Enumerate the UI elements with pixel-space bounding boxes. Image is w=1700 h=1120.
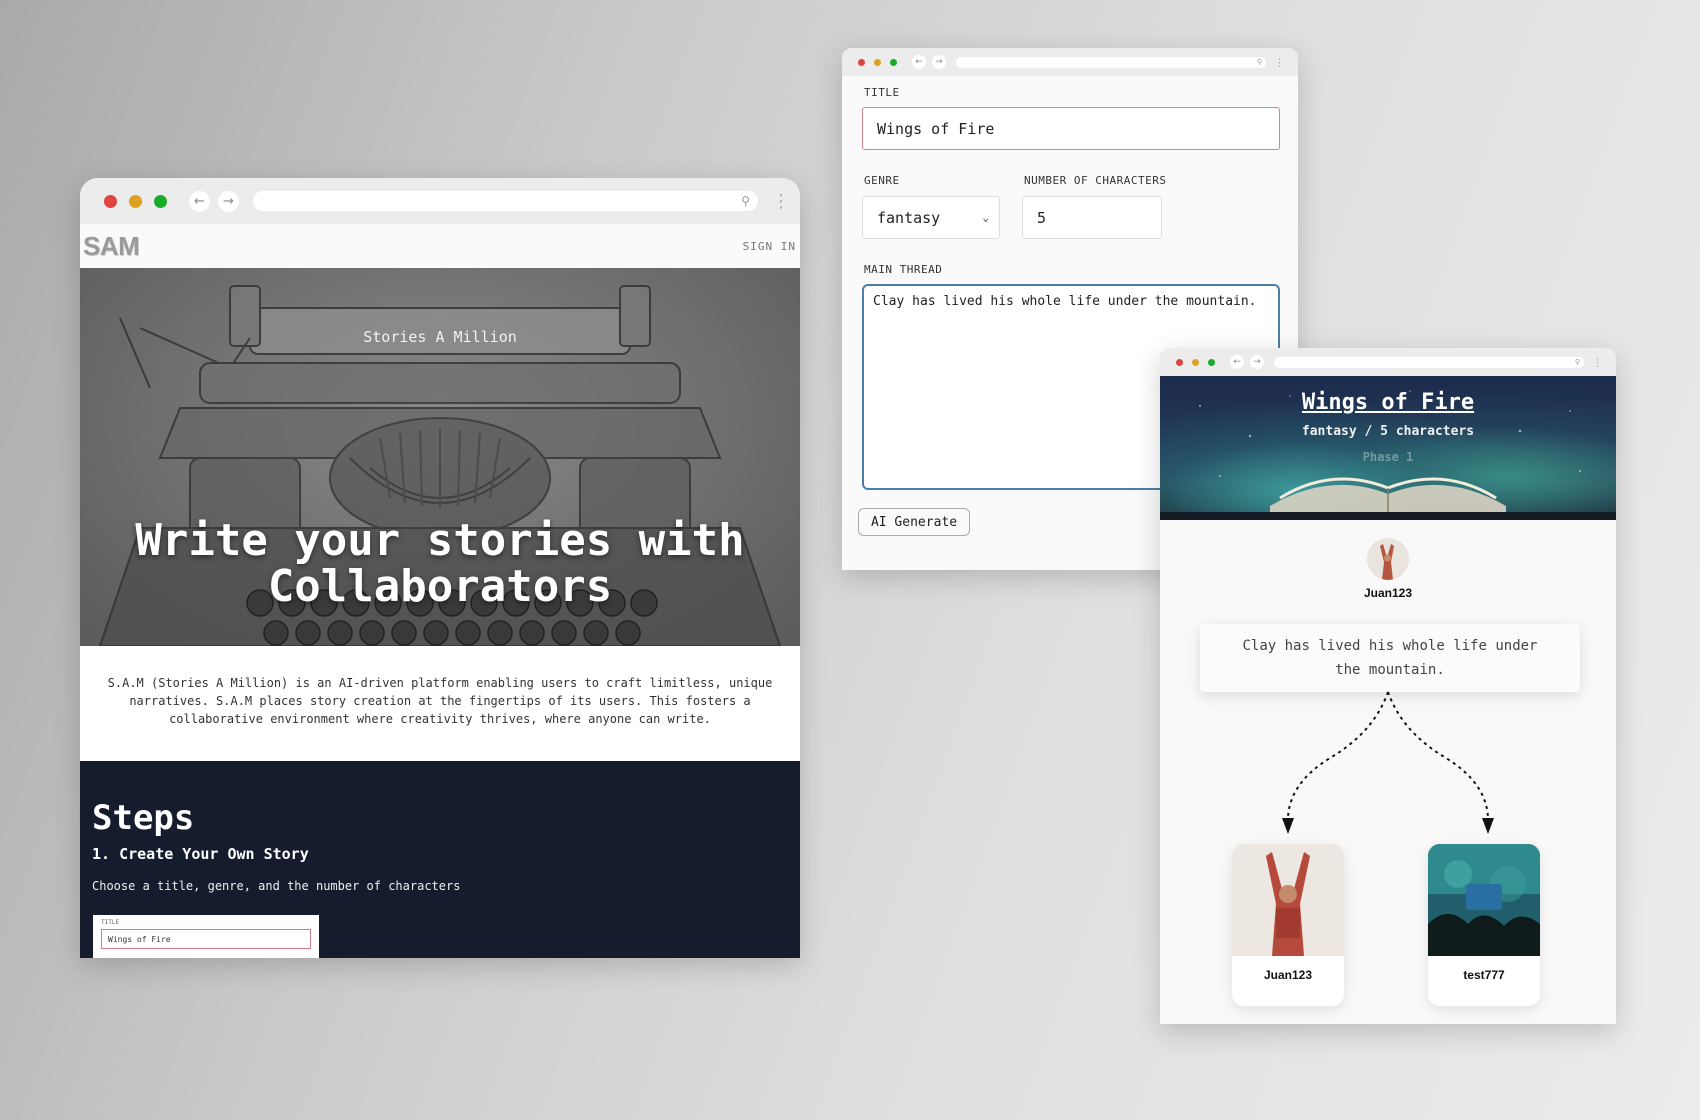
close-window-button[interactable] xyxy=(104,194,117,208)
child-avatar-image xyxy=(1232,844,1344,956)
arrow-down-icon xyxy=(1482,818,1494,834)
search-icon: ⚲ xyxy=(1574,358,1580,366)
step-1-description: Choose a title, genre, and the number of… xyxy=(92,879,461,893)
kebab-menu-icon[interactable]: ⋮ xyxy=(1274,56,1285,69)
search-icon: ⚲ xyxy=(1256,58,1262,66)
close-window-button[interactable] xyxy=(858,58,865,66)
kebab-menu-icon[interactable]: ⋮ xyxy=(772,191,790,212)
characters-input[interactable]: 5 xyxy=(1022,196,1162,239)
hero-subtitle: Stories A Million xyxy=(363,328,517,346)
maximize-window-button[interactable] xyxy=(154,194,167,208)
hero-title: Write your stories with Collaborators xyxy=(135,515,745,612)
hero-section: Stories A Million Write your stories wit… xyxy=(80,268,800,646)
genre-select[interactable]: fantasy ⌄ xyxy=(862,196,1000,239)
branch-connector xyxy=(1282,691,1494,834)
search-icon: ⚲ xyxy=(741,194,750,208)
address-bar[interactable]: ⚲ xyxy=(1274,356,1584,368)
close-window-button[interactable] xyxy=(1176,358,1183,366)
child-author-name: test777 xyxy=(1463,968,1505,982)
preview-title-label: TITLE xyxy=(101,919,120,926)
arrow-right-icon[interactable]: → xyxy=(218,190,239,212)
browser-toolbar: ← → ⚲ ⋮ xyxy=(842,48,1298,76)
intro-paragraph: S.A.M (Stories A Million) is an AI-drive… xyxy=(80,646,800,761)
main-thread-card[interactable]: Clay has lived his whole life under the … xyxy=(1200,624,1580,692)
ai-generate-button[interactable]: AI Generate xyxy=(858,508,970,536)
preview-title-input: Wings of Fire xyxy=(101,929,311,949)
kebab-menu-icon[interactable]: ⋮ xyxy=(1592,356,1603,369)
step-1-title: 1. Create Your Own Story xyxy=(92,845,309,863)
step-1-form-preview: TITLE Wings of Fire xyxy=(93,915,319,958)
arrow-right-icon[interactable]: → xyxy=(932,55,946,69)
story-tree-window: ← → ⚲ ⋮ Wings of Fire fantasy / 5 charac… xyxy=(1160,348,1616,1024)
maximize-window-button[interactable] xyxy=(1208,358,1215,366)
thread-text-line-2: the mountain. xyxy=(1335,662,1445,678)
landing-browser-window: ← → ⚲ ⋮ SAM SIGN IN Stories A Million Wr… xyxy=(80,178,800,958)
address-bar[interactable]: ⚲ xyxy=(253,191,758,211)
story-title[interactable]: Wings of Fire xyxy=(1160,390,1616,415)
arrow-left-icon[interactable]: ← xyxy=(912,55,926,69)
sign-in-link[interactable]: SIGN IN xyxy=(743,240,796,253)
child-author-name: Juan123 xyxy=(1263,968,1313,982)
chevron-down-icon: ⌄ xyxy=(982,211,989,224)
genre-select-value: fantasy xyxy=(877,208,941,227)
steps-heading: Steps xyxy=(92,798,195,838)
minimize-window-button[interactable] xyxy=(1192,358,1199,366)
browser-toolbar: ← → ⚲ ⋮ xyxy=(1160,348,1616,376)
characters-label: NUMBER OF CHARACTERS xyxy=(1024,174,1167,187)
thread-text-line-1: Clay has lived his whole life under xyxy=(1242,638,1538,654)
minimize-window-button[interactable] xyxy=(129,194,142,208)
steps-section: Steps 1. Create Your Own Story Choose a … xyxy=(80,761,800,958)
site-header: SAM SIGN IN xyxy=(80,224,800,268)
story-phase: Phase 1 xyxy=(1362,450,1414,464)
child-branch-card[interactable]: test777 xyxy=(1428,844,1540,1006)
arrow-right-icon[interactable]: → xyxy=(1250,355,1264,369)
arrow-down-icon xyxy=(1282,818,1294,834)
author-name: Juan123 xyxy=(1363,586,1413,600)
arrow-left-icon[interactable]: ← xyxy=(189,190,210,212)
maximize-window-button[interactable] xyxy=(890,58,897,66)
author-avatar[interactable] xyxy=(1367,538,1409,580)
main-thread-label: MAIN THREAD xyxy=(864,263,943,276)
genre-label: GENRE xyxy=(864,174,900,187)
story-meta: fantasy / 5 characters xyxy=(1301,424,1475,439)
story-banner: Wings of Fire fantasy / 5 characters Pha… xyxy=(1160,376,1616,520)
child-avatar-image xyxy=(1428,844,1540,956)
title-input[interactable]: Wings of Fire xyxy=(862,107,1280,150)
site-logo[interactable]: SAM xyxy=(83,231,140,262)
child-branch-card[interactable]: Juan123 xyxy=(1232,844,1344,1006)
browser-toolbar: ← → ⚲ ⋮ xyxy=(80,178,800,224)
address-bar[interactable]: ⚲ xyxy=(956,56,1266,68)
minimize-window-button[interactable] xyxy=(874,58,881,66)
title-label: TITLE xyxy=(864,86,900,99)
arrow-left-icon[interactable]: ← xyxy=(1230,355,1244,369)
